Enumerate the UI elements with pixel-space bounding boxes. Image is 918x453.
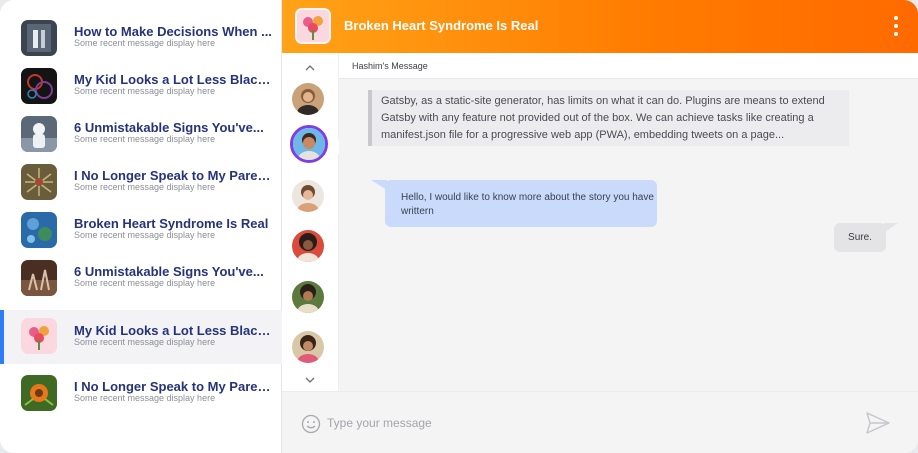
- smiley-icon[interactable]: [301, 414, 321, 434]
- message-input[interactable]: [327, 412, 847, 434]
- chevron-down-icon[interactable]: [303, 373, 317, 387]
- conversation-thumbnail: [21, 375, 57, 411]
- conversation-item[interactable]: My Kid Looks a Lot Less Black... Some re…: [0, 62, 282, 110]
- conversation-title: My Kid Looks a Lot Less Black...: [74, 72, 274, 87]
- kebab-menu-icon[interactable]: [892, 15, 900, 37]
- conversation-preview: Some recent message display here: [74, 182, 216, 192]
- conversation-title: Broken Heart Syndrome Is Real: [74, 216, 269, 231]
- participant-avatar[interactable]: [292, 83, 324, 115]
- conversation-title: I No Longer Speak to My Parent...: [74, 379, 274, 394]
- chat-header: Broken Heart Syndrome Is Real: [282, 0, 918, 53]
- conversation-thumbnail: [21, 260, 57, 296]
- conversation-item[interactable]: Broken Heart Syndrome Is Real Some recen…: [0, 206, 282, 254]
- conversation-preview: Some recent message display here: [74, 230, 216, 240]
- conversation-preview: Some recent message display here: [74, 278, 216, 288]
- conversation-title: Broken Heart Syndrome Is Real: [344, 18, 539, 33]
- conversation-title: I No Longer Speak to My Parent...: [74, 168, 274, 183]
- conversation-item[interactable]: How to Make Decisions When ... Some rece…: [0, 14, 282, 62]
- conversation-thumbnail: [21, 20, 57, 56]
- outgoing-message: Sure.: [834, 223, 886, 252]
- message-thread: Hashim's Message Gatsby, as a static-sit…: [339, 53, 918, 391]
- chat-app: How to Make Decisions When ... Some rece…: [0, 0, 918, 453]
- participant-avatar[interactable]: [292, 331, 324, 363]
- conversation-title: 6 Unmistakable Signs You've...: [74, 120, 264, 135]
- conversation-preview: Some recent message display here: [74, 38, 216, 48]
- conversation-thumbnail: [21, 212, 57, 248]
- conversation-title: My Kid Looks a Lot Less Black...: [74, 323, 274, 338]
- thread-context-bar: Hashim's Message: [339, 53, 918, 79]
- conversation-item[interactable]: I No Longer Speak to My Parent... Some r…: [0, 369, 282, 417]
- participants-rail: [282, 53, 346, 391]
- conversation-preview: Some recent message display here: [74, 337, 216, 347]
- incoming-message: Hello, I would like to know more about t…: [385, 180, 657, 227]
- conversation-item[interactable]: I No Longer Speak to My Parent... Some r…: [0, 158, 282, 206]
- participant-avatar[interactable]: [292, 230, 324, 262]
- conversation-thumbnail: [21, 318, 57, 354]
- conversation-item[interactable]: 6 Unmistakable Signs You've... Some rece…: [0, 110, 282, 158]
- conversation-thumbnail: [21, 164, 57, 200]
- send-icon[interactable]: [865, 411, 891, 435]
- participant-avatar[interactable]: [292, 281, 324, 313]
- conversation-title: 6 Unmistakable Signs You've...: [74, 264, 264, 279]
- participant-avatar[interactable]: [292, 180, 324, 212]
- conversation-thumbnail: [21, 116, 57, 152]
- participant-avatar-selected[interactable]: [290, 125, 328, 163]
- conversation-list: How to Make Decisions When ... Some rece…: [0, 0, 282, 453]
- thread-context-label: Hashim's Message: [352, 61, 428, 71]
- conversation-title: How to Make Decisions When ...: [74, 24, 272, 39]
- chevron-up-icon[interactable]: [303, 61, 317, 75]
- conversation-item-active[interactable]: My Kid Looks a Lot Less Black... Some re…: [0, 310, 282, 364]
- conversation-thumbnail: [21, 68, 57, 104]
- conversation-item[interactable]: 6 Unmistakable Signs You've... Some rece…: [0, 254, 282, 302]
- conversation-preview: Some recent message display here: [74, 86, 216, 96]
- conversation-preview: Some recent message display here: [74, 393, 216, 403]
- outgoing-bubble-tail: [884, 223, 898, 233]
- quoted-message: Gatsby, as a static-site generator, has …: [368, 90, 849, 146]
- conversation-preview: Some recent message display here: [74, 134, 216, 144]
- message-composer: [282, 391, 918, 453]
- conversation-avatar: [295, 8, 331, 44]
